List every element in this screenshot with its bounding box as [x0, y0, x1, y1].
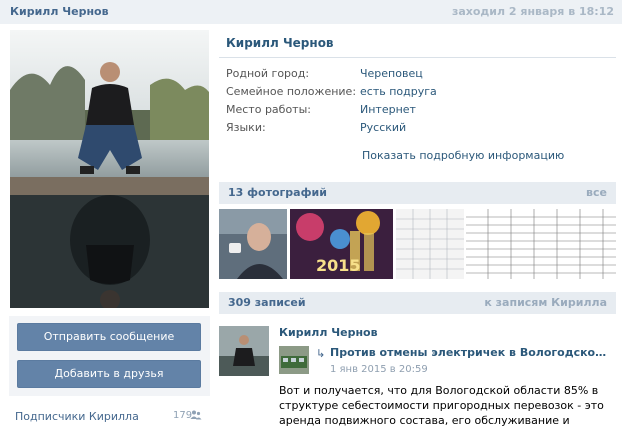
users-icon: [190, 409, 202, 421]
post-text: Вот и получается, что для Вологодской об…: [279, 384, 604, 427]
info-row-hometown: Родной город: Череповец: [226, 67, 606, 83]
header-name[interactable]: Кирилл Чернов: [10, 5, 109, 18]
info-row-work: Место работы: Интернет: [226, 103, 606, 119]
info-value[interactable]: Интернет: [360, 103, 416, 116]
divider: [219, 57, 616, 58]
repost-title-link[interactable]: Против отмены электричек в Вологодской о…: [330, 346, 610, 359]
profile-photo[interactable]: [10, 30, 209, 308]
repost-arrow-icon: ↳: [316, 347, 326, 360]
photos-header[interactable]: 13 фотографий все: [219, 182, 616, 204]
photo-thumb[interactable]: [219, 209, 287, 279]
photo-thumb[interactable]: 2015: [290, 209, 393, 279]
photo-thumb[interactable]: [466, 209, 616, 279]
photos-all-link[interactable]: все: [586, 186, 607, 199]
info-row-languages: Языки: Русский: [226, 121, 606, 137]
photo-thumb[interactable]: [396, 209, 464, 279]
info-label: Языки:: [226, 121, 266, 134]
posts-title[interactable]: 309 записей: [228, 296, 306, 309]
repost-thumbnail[interactable]: [279, 346, 309, 374]
show-more-info-link[interactable]: Показать подробную информацию: [362, 149, 564, 162]
posts-header[interactable]: 309 записей к записям Кирилла: [219, 292, 616, 314]
post-author-name[interactable]: Кирилл Чернов: [279, 326, 378, 339]
info-value[interactable]: Русский: [360, 121, 406, 134]
posts-link[interactable]: к записям Кирилла: [484, 296, 607, 309]
info-label: Родной город:: [226, 67, 310, 80]
profile-name: Кирилл Чернов: [226, 36, 334, 50]
info-row-relationship: Семейное положение: есть подруга: [226, 85, 606, 101]
send-message-button[interactable]: Отправить сообщение: [17, 323, 201, 351]
page-header: Кирилл Чернов заходил 2 января в 18:12: [0, 0, 622, 24]
info-value[interactable]: есть подруга: [360, 85, 437, 98]
year-text: 2015: [316, 256, 361, 275]
post-date[interactable]: 1 янв 2015 в 20:59: [330, 364, 428, 375]
subscribers-link[interactable]: Подписчики Кирилла: [15, 410, 139, 423]
post-author-avatar[interactable]: [219, 326, 269, 376]
info-value[interactable]: Череповец: [360, 67, 423, 80]
info-label: Место работы:: [226, 103, 311, 116]
photos-title[interactable]: 13 фотографий: [228, 186, 327, 199]
info-label: Семейное положение:: [226, 85, 357, 98]
last-seen-status: заходил 2 января в 18:12: [451, 5, 614, 18]
add-friend-button[interactable]: Добавить в друзья: [17, 360, 201, 388]
